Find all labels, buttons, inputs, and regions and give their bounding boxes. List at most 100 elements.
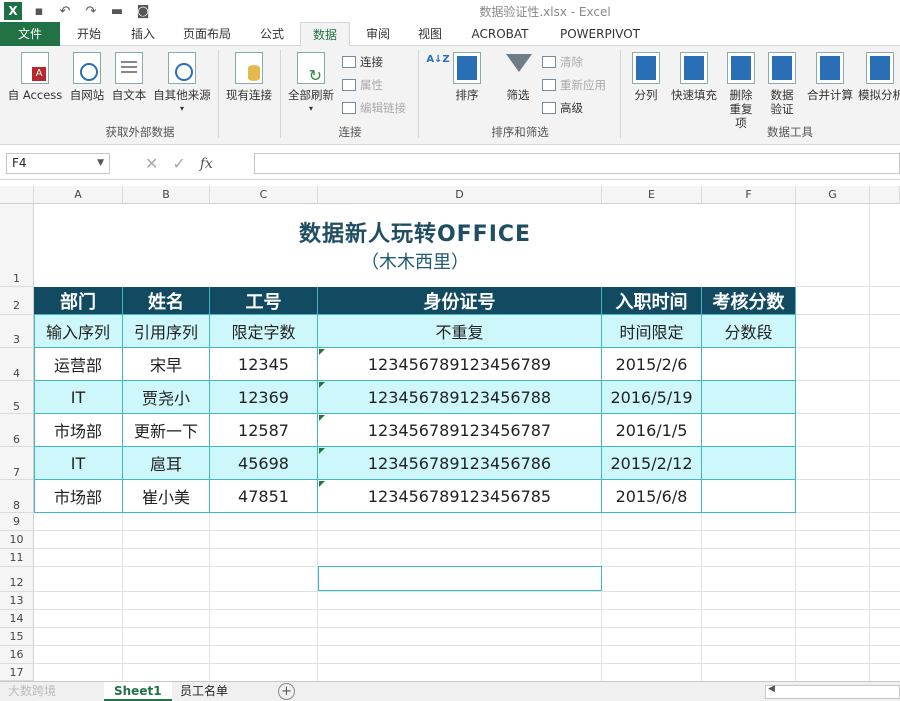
row-header-11[interactable]: 11 bbox=[0, 549, 34, 567]
table-cell[interactable]: 2015/2/6 bbox=[602, 348, 702, 381]
table-cell[interactable]: IT bbox=[34, 381, 123, 414]
header-name[interactable]: 姓名 bbox=[123, 287, 210, 315]
column-header-a[interactable]: A bbox=[34, 186, 123, 204]
from-text-button[interactable]: 自文本 bbox=[108, 52, 150, 102]
table-cell[interactable] bbox=[702, 447, 796, 480]
tab-formulas[interactable]: 公式 bbox=[248, 22, 296, 46]
row-header-6[interactable]: 6 bbox=[0, 414, 34, 447]
filter-button[interactable]: 筛选 bbox=[498, 52, 538, 102]
row-header-4[interactable]: 4 bbox=[0, 348, 34, 381]
column-header-c[interactable]: C bbox=[210, 186, 318, 204]
table-cell[interactable]: 扈耳 bbox=[123, 447, 210, 480]
from-other-sources-button[interactable]: 自其他来源 ▾ bbox=[150, 52, 214, 116]
what-if-analysis-button[interactable]: 模拟分析 bbox=[858, 52, 900, 102]
tab-page-layout[interactable]: 页面布局 bbox=[172, 22, 242, 46]
rule-cell[interactable]: 引用序列 bbox=[123, 315, 210, 348]
table-cell[interactable]: 宋早 bbox=[123, 348, 210, 381]
row-header-7[interactable]: 7 bbox=[0, 447, 34, 480]
header-score[interactable]: 考核分数 bbox=[702, 287, 796, 315]
tab-file[interactable]: 文件 bbox=[0, 22, 60, 46]
tab-insert[interactable]: 插入 bbox=[118, 22, 168, 46]
sheet-tab-sheet1[interactable]: Sheet1 bbox=[104, 682, 172, 701]
add-sheet-icon[interactable]: + bbox=[278, 683, 295, 700]
clear-filter-button[interactable]: 清除 bbox=[542, 54, 583, 70]
text-to-columns-button[interactable]: 分列 bbox=[626, 52, 666, 102]
table-cell[interactable]: 45698 bbox=[210, 447, 318, 480]
highlighted-cell[interactable] bbox=[318, 566, 602, 591]
rule-cell[interactable]: 限定字数 bbox=[210, 315, 318, 348]
table-cell[interactable]: 2015/6/8 bbox=[602, 480, 702, 513]
table-cell[interactable]: 2016/5/19 bbox=[602, 381, 702, 414]
row-header-10[interactable]: 10 bbox=[0, 531, 34, 549]
row-header-15[interactable]: 15 bbox=[0, 628, 34, 646]
sort-az-button[interactable]: A↓Z bbox=[424, 52, 449, 88]
table-cell[interactable]: 崔小美 bbox=[123, 480, 210, 513]
row-header-1[interactable]: 1 bbox=[0, 204, 34, 287]
row-header-8[interactable]: 8 bbox=[0, 480, 34, 513]
properties-button[interactable]: 属性 bbox=[342, 77, 383, 93]
table-cell[interactable]: 47851 bbox=[210, 480, 318, 513]
row-header-5[interactable]: 5 bbox=[0, 381, 34, 414]
horizontal-scrollbar[interactable]: ◀ bbox=[765, 684, 900, 699]
connections-button[interactable]: 连接 bbox=[342, 54, 383, 70]
column-header-b[interactable]: B bbox=[123, 186, 210, 204]
row-header-2[interactable]: 2 bbox=[0, 287, 34, 315]
table-cell[interactable]: 123456789123456786 bbox=[318, 447, 602, 480]
table-cell[interactable]: 123456789123456785 bbox=[318, 480, 602, 513]
table-cell[interactable]: 2016/1/5 bbox=[602, 414, 702, 447]
sort-button[interactable]: 排序 bbox=[448, 52, 486, 102]
rule-cell[interactable]: 分数段 bbox=[702, 315, 796, 348]
edit-links-button[interactable]: 编辑链接 bbox=[342, 100, 406, 116]
column-header-d[interactable]: D bbox=[318, 186, 602, 204]
header-hire-date[interactable]: 入职时间 bbox=[602, 287, 702, 315]
tab-acrobat[interactable]: ACROBAT bbox=[462, 22, 538, 46]
tab-review[interactable]: 审阅 bbox=[354, 22, 402, 46]
table-cell[interactable]: 123456789123456789 bbox=[318, 348, 602, 381]
table-cell[interactable]: 市场部 bbox=[34, 414, 123, 447]
tab-data[interactable]: 数据 bbox=[300, 22, 350, 47]
cancel-icon[interactable]: ✕ bbox=[145, 154, 158, 173]
table-cell[interactable]: 运营部 bbox=[34, 348, 123, 381]
data-validation-button[interactable]: 数据验证 bbox=[762, 52, 802, 116]
row-header-16[interactable]: 16 bbox=[0, 646, 34, 664]
row-header-14[interactable]: 14 bbox=[0, 610, 34, 628]
table-cell[interactable]: 贾尧小 bbox=[123, 381, 210, 414]
table-cell[interactable]: 2015/2/12 bbox=[602, 447, 702, 480]
table-cell[interactable] bbox=[702, 414, 796, 447]
rule-cell[interactable]: 不重复 bbox=[318, 315, 602, 348]
flash-fill-button[interactable]: 快速填充 bbox=[668, 52, 720, 102]
rule-cell[interactable]: 时间限定 bbox=[602, 315, 702, 348]
from-access-button[interactable]: 自 Access bbox=[4, 52, 66, 102]
tab-view[interactable]: 视图 bbox=[406, 22, 454, 46]
table-cell[interactable]: 更新一下 bbox=[123, 414, 210, 447]
table-cell[interactable]: IT bbox=[34, 447, 123, 480]
row-header-9[interactable]: 9 bbox=[0, 513, 34, 531]
row-header-12[interactable]: 12 bbox=[0, 567, 34, 592]
column-header-f[interactable]: F bbox=[702, 186, 796, 204]
reapply-button[interactable]: 重新应用 bbox=[542, 77, 606, 93]
table-cell[interactable]: 12345 bbox=[210, 348, 318, 381]
table-cell[interactable]: 123456789123456787 bbox=[318, 414, 602, 447]
name-box[interactable]: F4 ▼ bbox=[6, 153, 110, 174]
column-header-g[interactable]: G bbox=[796, 186, 870, 204]
remove-duplicates-button[interactable]: 删除重复项 bbox=[722, 52, 760, 130]
sheet-tab-employees[interactable]: 员工名单 bbox=[170, 682, 238, 701]
existing-connections-button[interactable]: 现有连接 bbox=[222, 52, 276, 102]
header-id-number[interactable]: 身份证号 bbox=[318, 287, 602, 315]
formula-input[interactable] bbox=[254, 153, 900, 174]
select-all-corner[interactable] bbox=[0, 186, 34, 204]
row-header-13[interactable]: 13 bbox=[0, 592, 34, 610]
scroll-left-icon[interactable]: ◀ bbox=[768, 684, 775, 694]
refresh-all-button[interactable]: 全部刷新 ▾ bbox=[284, 52, 338, 116]
table-cell[interactable] bbox=[702, 480, 796, 513]
header-department[interactable]: 部门 bbox=[34, 287, 123, 315]
column-header-e[interactable]: E bbox=[602, 186, 702, 204]
tab-powerpivot[interactable]: POWERPIVOT bbox=[548, 22, 652, 46]
rule-cell[interactable]: 输入序列 bbox=[34, 315, 123, 348]
table-cell[interactable]: 市场部 bbox=[34, 480, 123, 513]
table-cell[interactable]: 12369 bbox=[210, 381, 318, 414]
advanced-filter-button[interactable]: 高级 bbox=[542, 100, 583, 116]
tab-home[interactable]: 开始 bbox=[64, 22, 114, 46]
row-header-17[interactable]: 17 bbox=[0, 664, 34, 681]
table-cell[interactable]: 123456789123456788 bbox=[318, 381, 602, 414]
